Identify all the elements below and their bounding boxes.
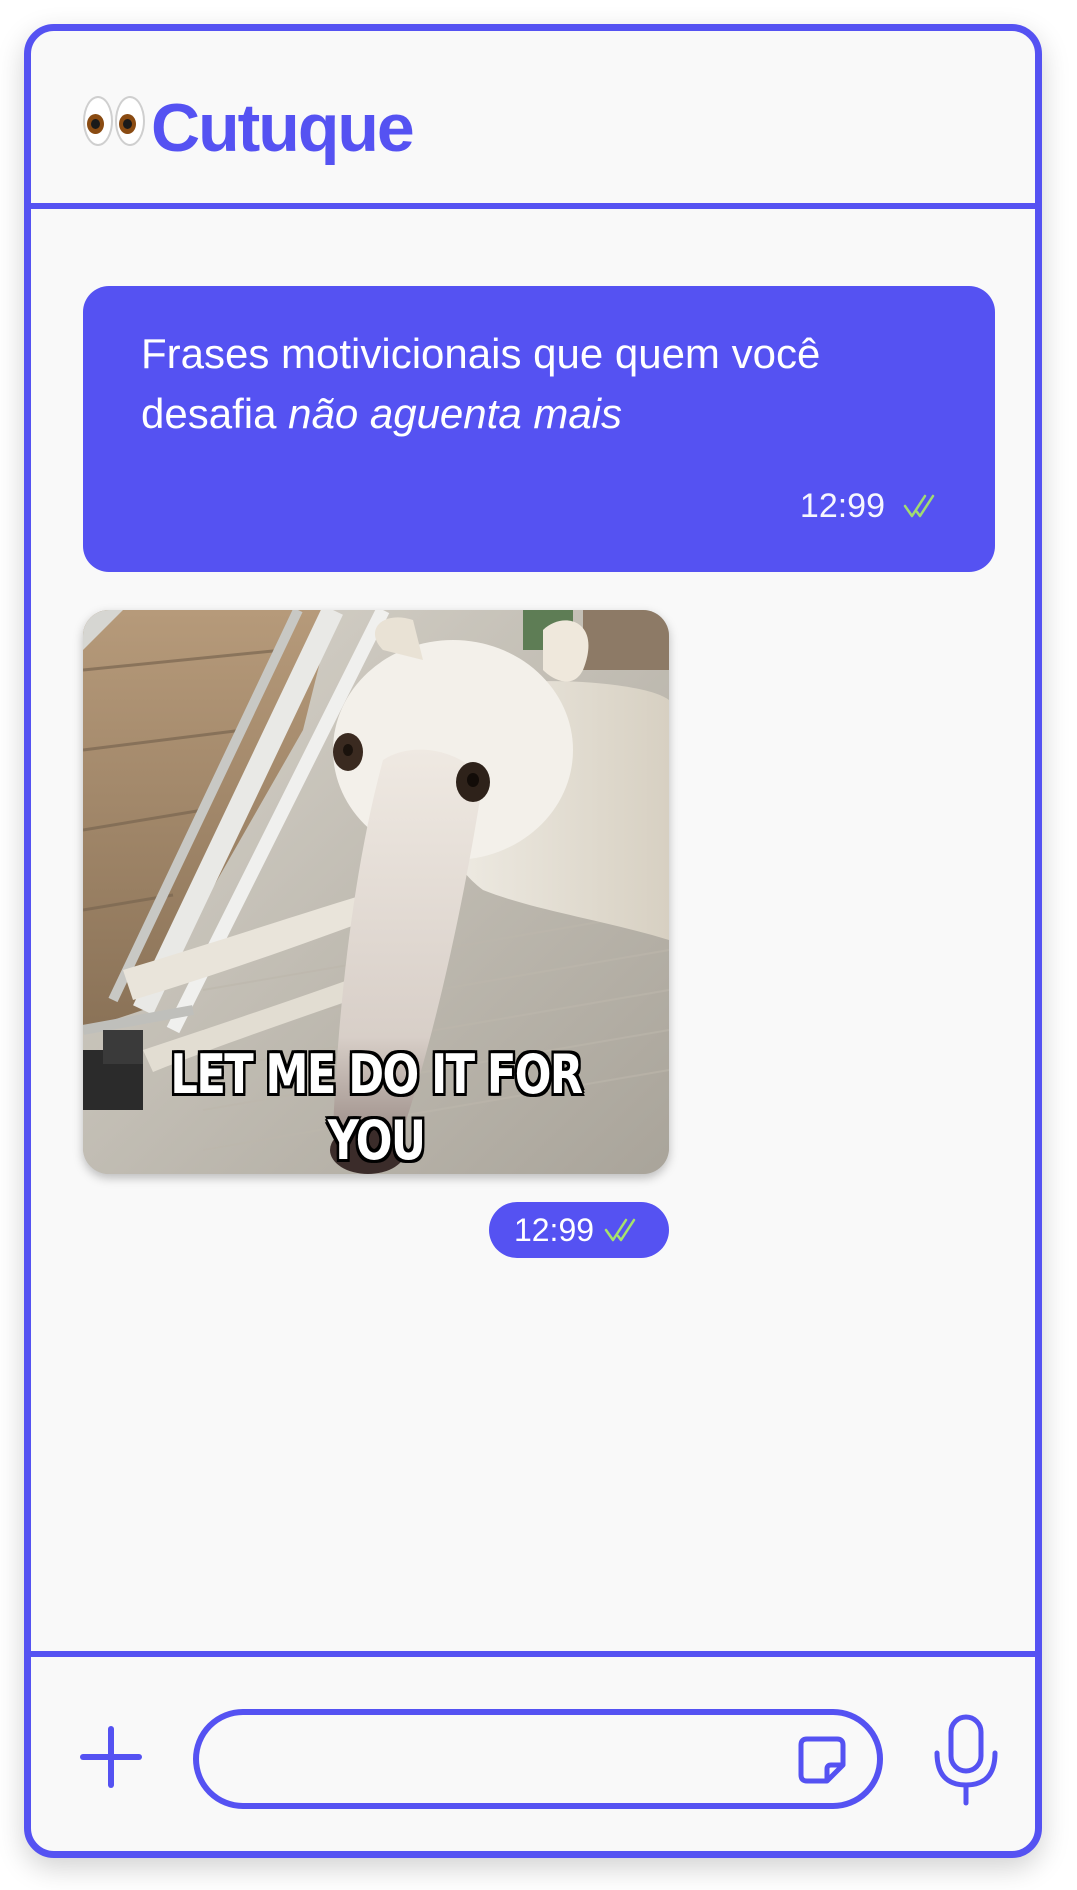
message-text-italic: não aguenta mais [288,390,623,437]
microphone-button[interactable] [931,1713,1001,1807]
image-message-time: 12:99 [513,1211,595,1248]
double-check-icon [604,1216,644,1244]
plus-icon [80,1726,142,1788]
app-header: Cutuque [31,31,1035,209]
attach-button[interactable] [79,1725,143,1789]
message-text: Frases motivicionais que quem você desaf… [141,330,820,437]
composer-bar [31,1651,1035,1851]
message-meta: 12:99 [800,476,943,536]
message-input[interactable] [193,1709,883,1809]
microphone-icon [934,1714,998,1806]
message-time: 12:99 [799,487,885,525]
app-window: Cutuque Frases motivicionais que quem vo… [24,24,1042,1858]
message-image[interactable]: LET ME DO IT FOR YOU [83,610,669,1174]
double-check-icon [903,492,943,520]
image-time-pill: 12:99 [489,1202,669,1258]
meme-caption: LET ME DO IT FOR YOU [170,1043,583,1172]
eyes-emoji-icon [83,96,145,146]
sticker-icon [798,1736,846,1784]
app-name: Cutuque [151,90,415,166]
chat-area[interactable]: Frases motivicionais que quem você desaf… [31,209,1035,1651]
eye-left [83,96,113,146]
eye-right [115,96,145,146]
brand: Cutuque [83,89,415,167]
sticker-button[interactable] [797,1735,847,1785]
message-bubble-text[interactable]: Frases motivicionais que quem você desaf… [83,286,995,572]
